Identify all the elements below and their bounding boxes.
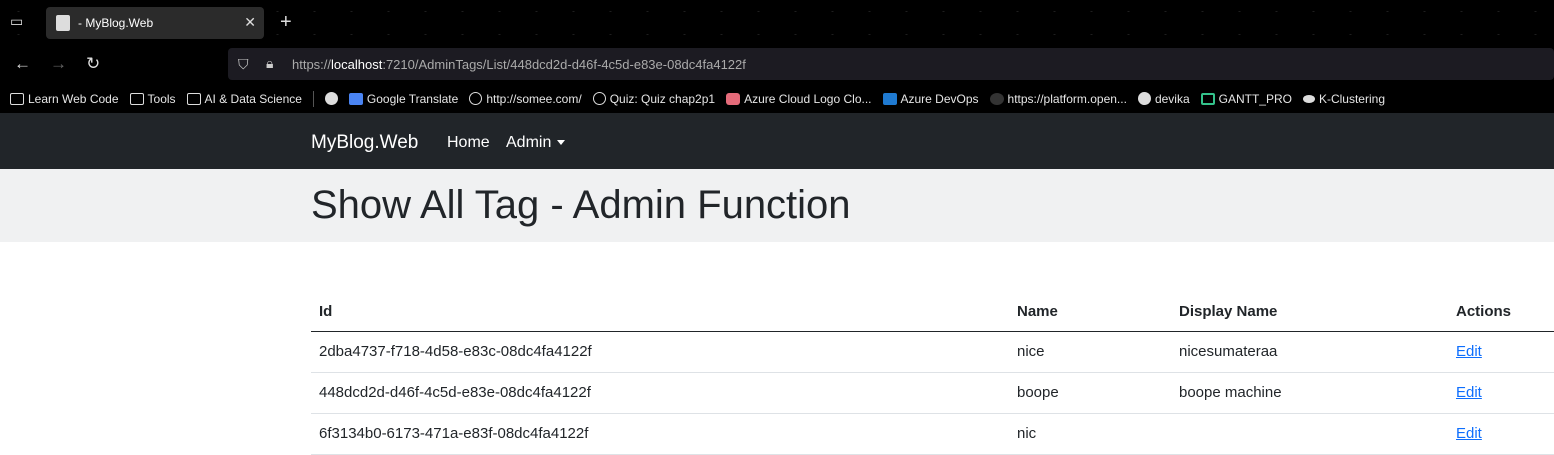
github-icon: [1137, 92, 1151, 105]
bookmark-item[interactable]: Azure Cloud Logo Clo...: [726, 91, 872, 106]
page-title: Show All Tag - Admin Function: [311, 183, 851, 227]
bookmark-item[interactable]: devika: [1137, 91, 1190, 106]
bookmark-label: Tools: [147, 91, 176, 106]
column-header-name: Name: [1009, 292, 1171, 332]
bookmark-label: Quiz: Quiz chap2p1: [609, 91, 716, 106]
nav-home-link[interactable]: Home: [447, 134, 490, 152]
address-bar[interactable]: ⛉ 🔒︎ https://localhost:7210/AdminTags/Li…: [228, 48, 1554, 80]
bookmark-item[interactable]: K-Clustering: [1302, 91, 1385, 106]
bookmark-label: AI & Data Science: [204, 91, 302, 106]
table-row: 2dba4737-f718-4d58-e83c-08dc4fa4122f nic…: [311, 331, 1554, 373]
medium-icon: [1302, 94, 1315, 103]
bookmark-item[interactable]: Google Translate: [348, 91, 459, 106]
page-icon: [56, 15, 70, 31]
tab-strip: ▭ - MyBlog.Web ✕ +: [0, 0, 1554, 44]
bookmark-item[interactable]: [324, 92, 338, 105]
brand-link[interactable]: MyBlog.Web: [311, 132, 418, 154]
folder-icon: [186, 92, 201, 105]
cell-actions: Edit: [1448, 413, 1554, 455]
edit-link[interactable]: Edit: [1456, 384, 1482, 401]
bookmark-item[interactable]: GANTT_PRO: [1200, 91, 1292, 106]
table-header-row: Id Name Display Name Actions: [311, 292, 1554, 332]
google-translate-icon: [348, 92, 363, 105]
lock-icon[interactable]: 🔒︎: [266, 55, 273, 72]
bookmark-item[interactable]: AI & Data Science: [186, 91, 302, 106]
cell-display-name: boope machine: [1171, 372, 1448, 414]
site-navbar: MyBlog.Web Home Admin: [0, 113, 1554, 169]
bookmark-item[interactable]: Quiz: Quiz chap2p1: [592, 91, 716, 106]
column-header-display-name: Display Name: [1171, 292, 1448, 332]
cell-name: nice: [1009, 331, 1171, 373]
bookmark-label: K-Clustering: [1318, 91, 1385, 106]
cell-name: nic: [1009, 413, 1171, 455]
bookmark-label: devika: [1154, 91, 1190, 106]
back-icon[interactable]: ←: [14, 54, 31, 74]
forward-icon[interactable]: →: [50, 54, 67, 74]
bookmark-label: Google Translate: [366, 91, 459, 106]
cell-name: boope: [1009, 372, 1171, 414]
globe-icon: [592, 92, 606, 105]
tags-table: Id Name Display Name Actions 2dba4737-f7…: [311, 292, 1554, 455]
bookmarks-separator: [312, 90, 314, 107]
new-tab-icon[interactable]: +: [280, 11, 292, 34]
column-header-id: Id: [311, 292, 1009, 332]
cell-id: 6f3134b0-6173-471a-e83f-08dc4fa4122f: [311, 413, 1009, 455]
nav-admin-dropdown[interactable]: Admin: [506, 134, 566, 152]
edit-link[interactable]: Edit: [1456, 343, 1482, 360]
folder-icon: [10, 92, 24, 105]
reload-icon[interactable]: ↻: [86, 54, 100, 74]
bookmark-label: https://platform.open...: [1007, 91, 1127, 106]
cell-actions: Edit: [1448, 331, 1554, 373]
cell-actions: Edit: [1448, 372, 1554, 414]
devops-icon: [882, 92, 897, 105]
column-header-actions: Actions: [1448, 292, 1554, 332]
browser-tab[interactable]: - MyBlog.Web ✕: [46, 7, 264, 39]
page-header: Show All Tag - Admin Function: [0, 169, 1554, 242]
table-row: 6f3134b0-6173-471a-e83f-08dc4fa4122f nic…: [311, 413, 1554, 455]
close-tab-icon[interactable]: ✕: [244, 14, 256, 31]
edit-link[interactable]: Edit: [1456, 425, 1482, 442]
bookmark-label: Azure DevOps: [900, 91, 979, 106]
bookmark-item[interactable]: https://platform.open...: [989, 91, 1127, 106]
gantt-icon: [1200, 92, 1215, 105]
table-row: 448dcd2d-d46f-4c5d-e83e-08dc4fa4122f boo…: [311, 372, 1554, 414]
url-text[interactable]: https://localhost:7210/AdminTags/List/44…: [292, 57, 746, 72]
cell-display-name: [1171, 413, 1448, 455]
tab-list-icon[interactable]: ▭: [10, 13, 28, 31]
bookmarks-bar: Learn Web Code Tools AI & Data Science Goog…: [0, 84, 1554, 113]
caret-down-icon: [557, 140, 566, 146]
cell-id: 448dcd2d-d46f-4c5d-e83e-08dc4fa4122f: [311, 372, 1009, 414]
bookmark-item[interactable]: Tools: [129, 91, 176, 106]
bookmark-label: http://somee.com/: [486, 91, 582, 106]
bookmark-label: Azure Cloud Logo Clo...: [744, 91, 872, 106]
bookmark-label: Learn Web Code: [28, 91, 119, 106]
github-icon: [324, 92, 338, 105]
cell-id: 2dba4737-f718-4d58-e83c-08dc4fa4122f: [311, 331, 1009, 373]
browser-toolbar: ← → ↻ ⛉ 🔒︎ https://localhost:7210/AdminT…: [0, 44, 1554, 84]
bookmark-item[interactable]: Azure DevOps: [882, 91, 979, 106]
globe-icon: [469, 92, 483, 105]
shield-icon[interactable]: ⛉: [238, 56, 249, 73]
cell-display-name: nicesumateraa: [1171, 331, 1448, 373]
tab-title: - MyBlog.Web: [78, 16, 154, 30]
bookmark-item[interactable]: http://somee.com/: [469, 91, 582, 106]
bookmark-item[interactable]: Learn Web Code: [10, 92, 119, 106]
azure-logo-icon: [726, 92, 741, 105]
folder-icon: [129, 92, 144, 105]
bookmark-label: GANTT_PRO: [1218, 91, 1292, 106]
openai-icon: [989, 92, 1004, 105]
